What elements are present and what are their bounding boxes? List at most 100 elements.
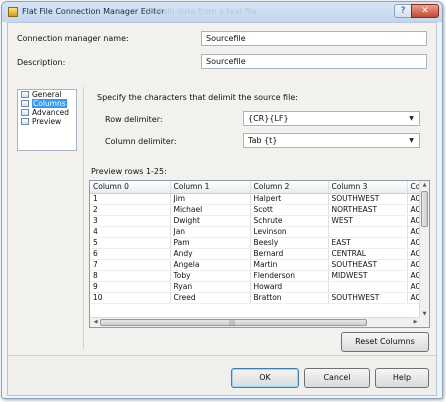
connection-name-label: Connection manager name:	[17, 34, 129, 43]
table-cell: Jim	[170, 193, 251, 205]
dialog-client: Connection manager name: Sourcefile Desc…	[7, 22, 437, 396]
horizontal-scrollbar[interactable]: ◀ ||| ▶	[90, 317, 421, 327]
table-row[interactable]: 5 Pam Beesly EAST AC	[90, 237, 422, 249]
table-cell: Ryan	[170, 281, 251, 293]
table-row[interactable]: 4 Jan Levinson AC	[90, 226, 422, 238]
column-delimiter-value: Tab {t}	[248, 136, 278, 145]
table-cell: Scott	[250, 204, 329, 216]
chevron-down-icon[interactable]: ▼	[406, 135, 417, 146]
nav-item-label: General	[32, 90, 62, 99]
nav-item-advanced[interactable]: Advanced	[18, 108, 76, 117]
table-row[interactable]: 8 Toby Flenderson MIDWEST AC	[90, 270, 422, 282]
page-nav: General Columns Advanced Preview	[17, 89, 77, 151]
table-cell: Dwight	[170, 215, 251, 227]
table-row[interactable]: 6 Andy Bernard CENTRAL AC	[90, 248, 422, 260]
help-button[interactable]: Help	[375, 368, 429, 388]
table-cell: NORTHEAST	[328, 204, 408, 216]
table-cell: SOUTHWEST	[328, 292, 408, 304]
table-cell: SOUTHEAST	[328, 259, 408, 271]
table-cell: SOUTHWEST	[328, 193, 408, 205]
delimiter-heading: Specify the characters that delimit the …	[97, 93, 298, 102]
table-row[interactable]: 10 Creed Bratton SOUTHWEST AC	[90, 292, 422, 304]
table-cell: Halpert	[250, 193, 329, 205]
vertical-scroll-thumb[interactable]	[421, 191, 428, 227]
column-delimiter-label: Column delimiter:	[105, 137, 177, 146]
scroll-up-icon[interactable]: ▲	[420, 182, 429, 188]
nav-item-label: Advanced	[32, 108, 70, 117]
vertical-scrollbar[interactable]: ▲ ▼	[419, 181, 429, 318]
table-cell: 8	[90, 270, 171, 282]
flat-file-icon	[8, 7, 18, 17]
scroll-left-icon[interactable]: ◀	[91, 319, 100, 325]
description-label: Description:	[17, 58, 66, 67]
table-cell	[328, 226, 408, 238]
table-cell: Levinson	[250, 226, 329, 238]
table-cell: 10	[90, 292, 171, 304]
table-cell: 7	[90, 259, 171, 271]
table-cell: Martin	[250, 259, 329, 271]
chevron-down-icon[interactable]: ▼	[406, 113, 417, 124]
table-cell: 5	[90, 237, 171, 249]
table-cell: 6	[90, 248, 171, 260]
horizontal-scroll-thumb[interactable]: |||	[100, 319, 367, 327]
table-cell: Flenderson	[250, 270, 329, 282]
table-cell: 3	[90, 215, 171, 227]
column-header[interactable]: Column 1	[170, 181, 251, 194]
table-cell: Jan	[170, 226, 251, 238]
table-cell: 1	[90, 193, 171, 205]
table-cell: Creed	[170, 292, 251, 304]
nav-item-preview[interactable]: Preview	[18, 117, 76, 126]
table-cell: Bernard	[250, 248, 329, 260]
table-cell: Angela	[170, 259, 251, 271]
column-delimiter-select[interactable]: Tab {t} ▼	[243, 133, 420, 148]
row-delimiter-value: {CR}{LF}	[248, 114, 289, 123]
table-cell: Schrute	[250, 215, 329, 227]
column-header[interactable]: Column 0	[90, 181, 171, 194]
table-cell: CENTRAL	[328, 248, 408, 260]
table-cell: Michael	[170, 204, 251, 216]
window-title: Flat File Connection Manager Editor	[22, 7, 165, 16]
ok-button[interactable]: OK	[231, 368, 299, 388]
table-cell: 2	[90, 204, 171, 216]
help-icon[interactable]: ?	[394, 4, 412, 18]
nav-item-columns[interactable]: Columns	[18, 99, 76, 108]
table-row[interactable]: 3 Dwight Schrute WEST AC	[90, 215, 422, 227]
preview-table: Column 0 Column 1 Column 2 Column 3 Co 1…	[90, 181, 422, 304]
reset-columns-button[interactable]: Reset Columns	[341, 332, 429, 352]
page-icon	[21, 109, 29, 116]
table-row[interactable]: 2 Michael Scott NORTHEAST AC	[90, 204, 422, 216]
table-row[interactable]: 1 Jim Halpert SOUTHWEST AC	[90, 193, 422, 205]
column-header[interactable]: Column 3	[328, 181, 408, 194]
table-cell: Andy	[170, 248, 251, 260]
dialog-window: Flat File Connection Manager Editor Obta…	[1, 1, 443, 399]
column-header[interactable]: Column 2	[250, 181, 329, 194]
nav-item-label: Preview	[32, 117, 62, 126]
button-band	[8, 356, 436, 395]
grip-icon: |||	[229, 320, 236, 327]
close-icon[interactable]: ✕	[411, 4, 439, 18]
connection-name-field[interactable]: Sourcefile	[201, 31, 427, 46]
table-cell: WEST	[328, 215, 408, 227]
page-icon	[21, 100, 29, 107]
table-cell: EAST	[328, 237, 408, 249]
table-cell: 9	[90, 281, 171, 293]
row-delimiter-label: Row delimiter:	[105, 115, 163, 124]
table-cell: Pam	[170, 237, 251, 249]
preview-grid[interactable]: Column 0 Column 1 Column 2 Column 3 Co 1…	[89, 180, 430, 328]
description-field[interactable]: Sourcefile	[201, 54, 427, 69]
table-cell: Toby	[170, 270, 251, 282]
table-cell: Beesly	[250, 237, 329, 249]
table-cell: Howard	[250, 281, 329, 293]
table-row[interactable]: 9 Ryan Howard AC	[90, 281, 422, 293]
title-bar[interactable]: Flat File Connection Manager Editor Obta…	[2, 2, 442, 22]
table-cell: Bratton	[250, 292, 329, 304]
table-cell: MIDWEST	[328, 270, 408, 282]
table-cell	[328, 281, 408, 293]
cancel-button[interactable]: Cancel	[304, 368, 370, 388]
table-row[interactable]: 7 Angela Martin SOUTHEAST AC	[90, 259, 422, 271]
scroll-corner	[419, 317, 429, 327]
page-icon	[21, 91, 29, 98]
window-title-ghost: Obtain data from a text file	[148, 7, 257, 16]
row-delimiter-select[interactable]: {CR}{LF} ▼	[243, 111, 420, 126]
nav-item-general[interactable]: General	[18, 90, 76, 99]
